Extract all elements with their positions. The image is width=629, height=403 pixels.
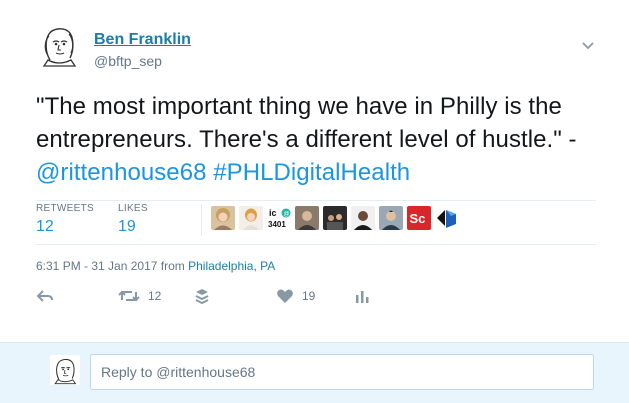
divider [36,200,596,201]
retweets-count: 12 [36,218,54,235]
sc-logo-text: Sc [410,211,426,226]
ic-logo-text: ic [269,208,277,218]
retweets-label: RETWEETS [36,203,94,214]
divider [36,244,596,245]
reply-button[interactable] [36,284,54,308]
divider [201,204,202,236]
ben-franklin-avatar[interactable] [36,22,82,68]
man-dark-avatar[interactable] [351,206,375,230]
retweets-stat[interactable]: RETWEETS 12 [36,202,94,236]
likers-avatars: ic @ 3401 Sc [211,205,459,231]
svg-text:@: @ [284,212,290,218]
author-name[interactable]: Ben Franklin [94,31,191,49]
ic-logo-number: 3401 [268,220,286,229]
bar-chart-icon [356,291,369,303]
tweet-metadata: 6:31 PM - 31 Jan 2017 from Philadelphia,… [36,259,275,273]
man-suit-avatar[interactable] [379,206,403,230]
likes-count: 19 [118,218,136,235]
group-photo-avatar[interactable] [323,206,347,230]
blue-cube-logo[interactable] [435,206,459,230]
layers-icon [195,289,209,305]
heart-icon [277,289,293,303]
mention-link[interactable]: @rittenhouse68 [36,159,207,186]
likes-stat[interactable]: LIKES 19 [118,202,148,236]
location-link[interactable]: Philadelphia, PA [188,259,275,273]
reply-box: Reply to @rittenhouse68 [0,342,629,403]
woman-avatar[interactable] [239,206,263,230]
tweet-card: Ben Franklin @bftp_sep "The most importa… [0,0,629,345]
tweet-quote: "The most important thing we have in Phi… [36,93,577,153]
retweet-icon [118,290,140,302]
sc-logo[interactable]: Sc [407,206,431,230]
tweet-actions: 12 19 [36,284,596,308]
retweet-count: 12 [148,289,162,303]
man-avatar[interactable] [295,206,319,230]
analytics-button[interactable] [355,284,371,308]
like-count: 19 [302,289,316,303]
moments-button[interactable] [194,284,210,308]
hashtag-link[interactable]: #PHLDigitalHealth [213,159,410,186]
retweet-button[interactable]: 12 [118,284,161,308]
timestamp[interactable]: 6:31 PM - 31 Jan 2017 from [36,259,188,273]
ben-franklin-avatar [50,355,80,385]
reply-icon [36,290,53,302]
likes-label: LIKES [118,203,148,214]
chevron-down-icon[interactable] [578,38,598,54]
ic-3401-logo[interactable]: ic @ 3401 [267,206,291,230]
woman-blonde-avatar[interactable] [211,206,235,230]
reply-input[interactable]: Reply to @rittenhouse68 [90,354,594,390]
reply-placeholder: Reply to @rittenhouse68 [101,364,256,380]
like-button[interactable]: 19 [276,284,315,308]
tweet-text: "The most important thing we have in Phi… [36,90,606,189]
author-handle[interactable]: @bftp_sep [94,53,162,69]
